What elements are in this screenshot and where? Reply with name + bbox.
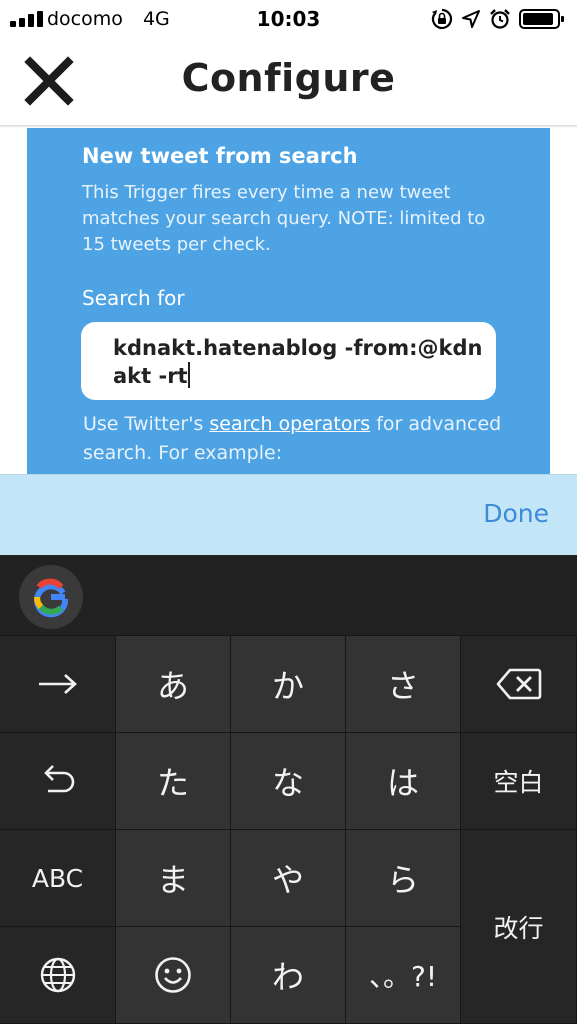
abc-key[interactable]: ABC: [0, 830, 116, 927]
search-help-text: Use Twitter's search operators for advan…: [83, 410, 523, 468]
arrow-right-icon: [38, 674, 77, 694]
key-ha-label: は: [386, 764, 419, 802]
trigger-title: New tweet from search: [82, 144, 358, 168]
help-prefix: Use Twitter's: [83, 413, 210, 435]
location-arrow-icon: [462, 10, 480, 28]
key-wa-label: わ: [271, 958, 304, 996]
keyboard-toolbar: [0, 555, 577, 636]
backspace-icon: [496, 668, 541, 700]
punctuation-key-label: 、。?!: [368, 960, 438, 993]
key-a-label: あ: [156, 667, 189, 705]
key-wa[interactable]: わ: [231, 927, 346, 1024]
navigation-bar: Configure: [0, 38, 577, 126]
key-ma-label: ま: [156, 861, 189, 899]
key-ya-label: や: [271, 861, 304, 899]
enter-key[interactable]: 改行: [461, 830, 577, 1024]
punctuation-key[interactable]: 、。?!: [346, 927, 461, 1024]
space-key[interactable]: 空白: [461, 733, 577, 830]
key-ha[interactable]: は: [346, 733, 461, 830]
key-sa[interactable]: さ: [346, 636, 461, 733]
key-ka[interactable]: か: [231, 636, 346, 733]
emoji-icon: [155, 957, 191, 993]
key-ra[interactable]: ら: [346, 830, 461, 927]
globe-icon: [40, 957, 75, 993]
undo-icon: [43, 765, 74, 793]
alarm-clock-icon: [490, 9, 510, 29]
key-ta[interactable]: た: [116, 733, 231, 830]
done-button[interactable]: Done: [483, 499, 549, 528]
trigger-card: New tweet from search This Trigger fires…: [27, 128, 550, 474]
key-ya[interactable]: や: [231, 830, 346, 927]
backspace-key[interactable]: [461, 636, 577, 733]
next-candidate-key[interactable]: [0, 636, 116, 733]
battery-icon: [519, 9, 564, 29]
undo-key[interactable]: [0, 733, 116, 830]
google-button[interactable]: [19, 565, 83, 629]
search-query-text[interactable]: kdnakt.hatenablog -from:@kdnakt -rt: [113, 334, 483, 390]
trigger-description: This Trigger fires every time a new twee…: [82, 182, 486, 255]
key-ma[interactable]: ま: [116, 830, 231, 927]
key-ra-label: ら: [386, 861, 419, 899]
keyboard: あ か さ た な は 空白 ABC ま や ら 改行 わ 、。?!: [0, 555, 577, 1024]
page-title: Configure: [181, 56, 396, 100]
globe-key[interactable]: [0, 927, 116, 1024]
status-bar: docomo 4G 10:03: [0, 0, 577, 38]
status-icons: [431, 8, 565, 30]
key-ta-label: た: [156, 764, 189, 802]
enter-key-label: 改行: [493, 913, 544, 943]
google-icon: [34, 578, 69, 618]
keyboard-accessory-bar: Done: [0, 474, 577, 555]
search-operators-link[interactable]: search operators: [209, 413, 370, 435]
search-query-input[interactable]: kdnakt.hatenablog -from:@kdnakt -rt: [81, 322, 496, 400]
emoji-key[interactable]: [116, 927, 231, 1024]
search-for-label: Search for: [82, 286, 185, 310]
search-query-value: kdnakt.hatenablog -from:@kdnakt -rt: [113, 336, 483, 388]
key-ka-label: か: [271, 667, 304, 705]
key-sa-label: さ: [386, 667, 419, 705]
text-cursor: [187, 362, 190, 388]
space-key-label: 空白: [493, 768, 544, 797]
key-a[interactable]: あ: [116, 636, 231, 733]
key-na[interactable]: な: [231, 733, 346, 830]
key-na-label: な: [271, 764, 304, 802]
rotation-lock-icon: [431, 8, 453, 30]
abc-key-label: ABC: [31, 863, 84, 893]
